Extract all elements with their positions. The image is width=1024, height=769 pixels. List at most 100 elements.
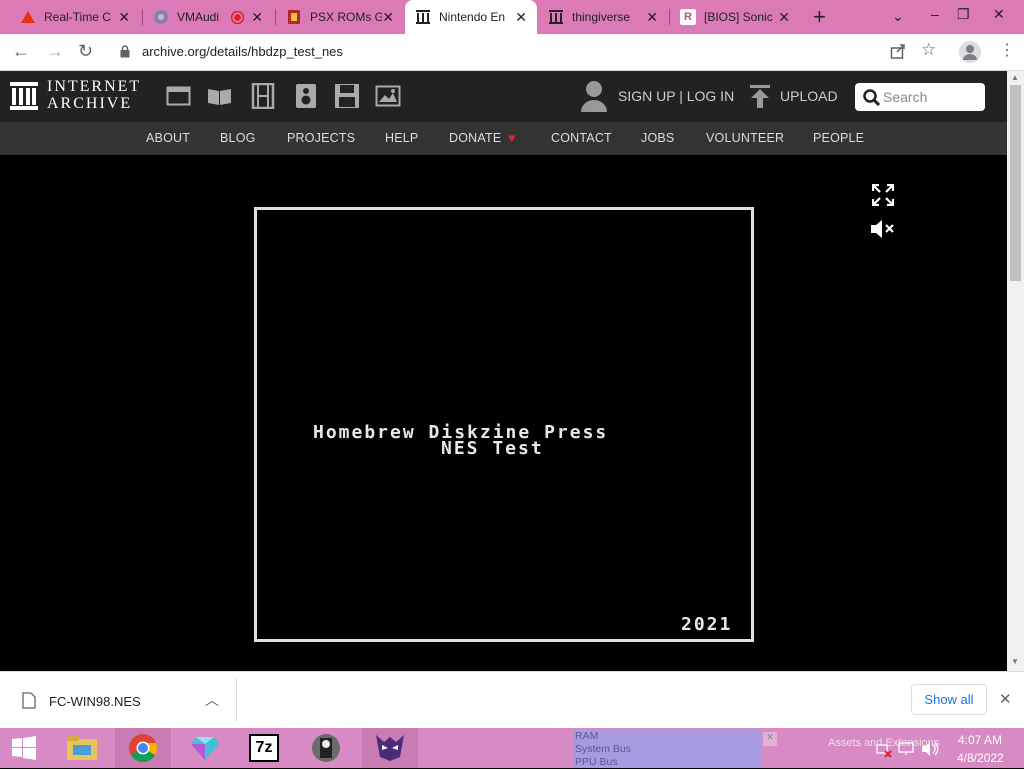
logo-line-2: ARCHIVE: [47, 95, 133, 112]
fullscreen-icon[interactable]: [871, 183, 895, 211]
show-all-button[interactable]: Show all: [911, 684, 987, 715]
tab-label: [BIOS] Sonic: [704, 10, 773, 24]
tab-thingiverse[interactable]: thingiverse ✕: [538, 0, 668, 34]
triangle-icon: [20, 9, 36, 25]
ia-header: INTERNET ARCHIVE SIGN UP | LOG IN UPLOAD…: [0, 71, 1007, 122]
ia-nav: ABOUT BLOG PROJECTS HELP DONATE ♥ CONTAC…: [0, 122, 1007, 155]
scroll-down-icon[interactable]: ▼: [1011, 657, 1019, 666]
file-icon: [22, 692, 36, 714]
heart-icon: ♥: [508, 131, 516, 145]
profile-avatar[interactable]: [959, 41, 981, 63]
scroll-up-icon[interactable]: ▲: [1011, 73, 1019, 82]
close-icon[interactable]: ✕: [118, 9, 130, 25]
search-input[interactable]: Search: [883, 89, 927, 105]
reload-button[interactable]: ↻: [78, 41, 93, 62]
r-icon: R: [680, 9, 696, 25]
search-box[interactable]: Search: [855, 83, 985, 111]
game-app-icon[interactable]: [298, 728, 354, 768]
recording-icon: [230, 10, 245, 27]
close-icon[interactable]: ✕: [646, 9, 658, 25]
mute-icon[interactable]: [870, 218, 896, 245]
restore-button[interactable]: ❐: [957, 6, 970, 23]
address-bar[interactable]: archive.org/details/hbdzp_test_nes: [142, 44, 343, 59]
popup-line: RAM: [575, 730, 599, 742]
share-icon[interactable]: [890, 43, 906, 64]
tab-bios-sonic[interactable]: R [BIOS] Sonic ✕: [670, 0, 800, 34]
signup-login-link[interactable]: SIGN UP | LOG IN: [618, 88, 734, 104]
forward-button[interactable]: →: [46, 41, 64, 62]
file-explorer-icon[interactable]: [54, 728, 110, 768]
close-icon[interactable]: ✕: [382, 9, 394, 25]
tab-label: Nintendo En: [439, 10, 506, 24]
web-icon[interactable]: [166, 83, 192, 109]
chrome-icon[interactable]: [115, 728, 171, 768]
tab-label: VMAudi: [177, 10, 220, 24]
tab-label: thingiverse: [572, 10, 631, 24]
display-icon[interactable]: [898, 742, 914, 761]
download-filename[interactable]: FC-WIN98.NES: [49, 694, 141, 709]
nav-help[interactable]: HELP: [385, 131, 418, 145]
tab-strip: Real-Time C ✕ VMAudi ✕ PSX ROMs G ✕ Nint…: [0, 0, 1024, 34]
7zip-icon[interactable]: 7z: [236, 728, 292, 768]
nav-jobs[interactable]: JOBS: [641, 131, 674, 145]
clock-date[interactable]: 4/8/2022: [957, 751, 1004, 765]
game-year: 2021: [681, 614, 733, 635]
close-icon[interactable]: ✕: [251, 9, 263, 25]
browser-toolbar: ← → ↻ archive.org/details/hbdzp_test_nes…: [0, 34, 1024, 71]
volume-icon[interactable]: [921, 741, 939, 762]
chevron-down-icon[interactable]: ⌄: [892, 8, 904, 25]
donate-label: DONATE: [449, 131, 502, 145]
taskbar: 7z RAM System Bus PPU Bus ✕ Assets and E…: [0, 728, 1024, 768]
tab-psx-roms[interactable]: PSX ROMs G ✕: [276, 0, 404, 34]
nav-contact[interactable]: CONTACT: [551, 131, 612, 145]
nav-people[interactable]: PEOPLE: [813, 131, 864, 145]
nav-blog[interactable]: BLOG: [220, 131, 256, 145]
emulator-stage: Homebrew Diskzine Press NES Test 2021: [0, 155, 1007, 671]
close-download-bar-icon[interactable]: ✕: [999, 690, 1012, 708]
images-icon[interactable]: [375, 83, 401, 109]
gem-app-icon[interactable]: [177, 728, 233, 768]
tab-vmaudi[interactable]: VMAudi ✕: [143, 0, 273, 34]
audio-icon[interactable]: [293, 83, 319, 109]
game-title-line-2: NES Test: [441, 438, 544, 459]
minimize-button[interactable]: –: [931, 6, 939, 22]
network-icon[interactable]: [876, 742, 892, 763]
ia-logo-text[interactable]: INTERNET ARCHIVE: [47, 78, 141, 112]
back-button[interactable]: ←: [12, 41, 30, 62]
start-button[interactable]: [0, 728, 48, 768]
game-screen[interactable]: Homebrew Diskzine Press NES Test 2021: [254, 207, 754, 642]
rom-icon: [286, 9, 302, 25]
clock-time[interactable]: 4:07 AM: [958, 733, 1002, 747]
tab-realtime[interactable]: Real-Time C ✕: [10, 0, 140, 34]
popup-line: PPU Bus: [575, 756, 618, 768]
scrollbar-thumb[interactable]: [1010, 85, 1021, 281]
ia-logo-icon[interactable]: [10, 81, 38, 116]
window-close-button[interactable]: ✕: [993, 6, 1005, 23]
upload-link[interactable]: UPLOAD: [780, 88, 838, 104]
new-tab-button[interactable]: +: [813, 4, 826, 30]
tab-nintendo[interactable]: Nintendo En ✕: [405, 0, 537, 34]
user-icon[interactable]: [580, 79, 608, 118]
nav-donate[interactable]: DONATE ♥: [449, 131, 516, 145]
bookmark-star-icon[interactable]: ☆: [921, 40, 936, 60]
popup-close-icon[interactable]: ✕: [763, 732, 777, 746]
tab-label: Real-Time C: [44, 10, 111, 24]
popup-line: System Bus: [575, 743, 632, 755]
page-scrollbar[interactable]: ▲ ▼: [1007, 71, 1024, 671]
nav-projects[interactable]: PROJECTS: [287, 131, 355, 145]
tab-label: PSX ROMs G: [310, 10, 382, 24]
texts-icon[interactable]: [207, 83, 233, 109]
emulator-app-icon[interactable]: [362, 728, 418, 768]
close-icon[interactable]: ✕: [515, 9, 527, 25]
search-icon: [863, 89, 881, 111]
close-icon[interactable]: ✕: [778, 9, 790, 25]
software-icon[interactable]: [334, 83, 360, 109]
memory-popup[interactable]: RAM System Bus PPU Bus: [573, 730, 761, 768]
nav-about[interactable]: ABOUT: [146, 131, 190, 145]
video-icon[interactable]: [250, 82, 276, 110]
chevron-up-icon[interactable]: ︿: [205, 690, 219, 710]
globe-icon: [153, 9, 169, 25]
menu-dots-icon[interactable]: ⋮: [999, 40, 1015, 60]
upload-icon[interactable]: [750, 85, 770, 114]
nav-volunteer[interactable]: VOLUNTEER: [706, 131, 784, 145]
